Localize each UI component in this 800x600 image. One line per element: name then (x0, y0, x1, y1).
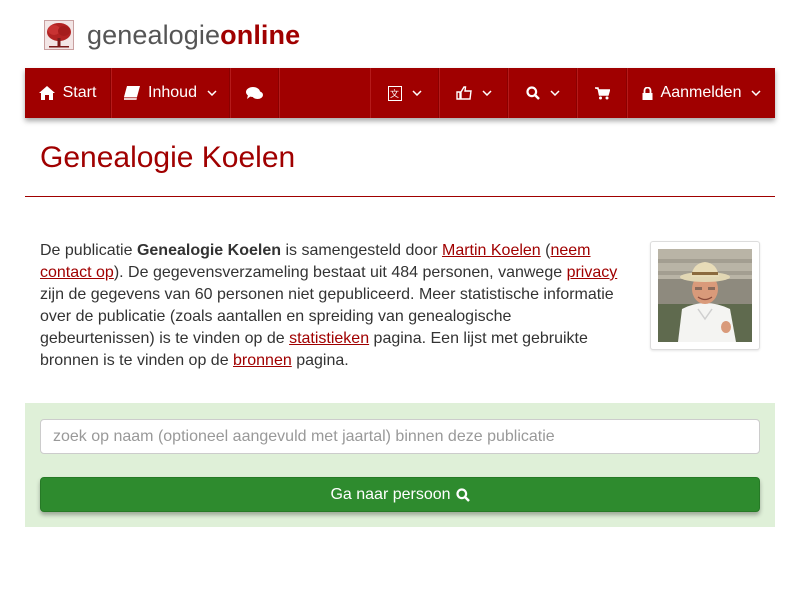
nav-spacer (279, 68, 370, 118)
nav-cart[interactable] (577, 68, 627, 118)
nav-language[interactable]: 文 (370, 68, 439, 118)
privacy-link[interactable]: privacy (567, 264, 618, 281)
publication-intro: De publicatie Genealogie Koelen is samen… (40, 240, 630, 372)
chevron-down-icon (207, 90, 217, 96)
nav-forum[interactable] (230, 68, 279, 118)
site-name: genealogieonline (87, 19, 300, 51)
go-to-person-button[interactable]: Ga naar persoon (40, 477, 760, 512)
nav-login-label: Aanmelden (660, 84, 742, 101)
go-to-person-label: Ga naar persoon (330, 485, 451, 503)
site-name-part2: online (220, 20, 301, 50)
nav-inhoud-label: Inhoud (148, 84, 197, 101)
nav-start-label: Start (62, 84, 97, 101)
nav-share[interactable] (439, 68, 508, 118)
chevron-down-icon (549, 90, 560, 96)
book-icon (124, 86, 141, 100)
search-icon (525, 86, 540, 100)
site-name-part1: genealogie (87, 20, 221, 50)
intro-text: is samengesteld door (281, 242, 442, 259)
tree-logo-icon (44, 20, 74, 50)
author-portrait (658, 249, 752, 342)
title-divider (25, 196, 775, 197)
chevron-down-icon (481, 90, 492, 96)
statistics-link[interactable]: statistieken (289, 330, 369, 347)
thumbs-up-icon (455, 86, 472, 100)
intro-text: De publicatie (40, 242, 137, 259)
shopping-cart-icon (594, 86, 610, 99)
lock-icon (642, 86, 653, 100)
author-link[interactable]: Martin Koelen (442, 242, 541, 259)
nav-login[interactable]: Aanmelden (627, 68, 775, 118)
main-navbar: Start Inhoud 文 Aanmelden (25, 68, 775, 118)
author-photo[interactable] (650, 241, 760, 350)
intro-text: pagina. (291, 352, 349, 369)
nav-search[interactable] (508, 68, 577, 118)
chevron-down-icon (411, 90, 422, 96)
home-icon (38, 86, 55, 100)
person-search-panel: Ga naar persoon (25, 403, 775, 527)
nav-inhoud[interactable]: Inhoud (111, 68, 230, 118)
publication-name: Genealogie Koelen (136, 242, 281, 259)
chevron-down-icon (751, 90, 761, 96)
nav-start[interactable]: Start (25, 68, 111, 118)
person-search-input[interactable] (40, 419, 760, 454)
intro-text: ). De gegevensverzameling bestaat uit 48… (113, 264, 567, 281)
search-icon (455, 487, 470, 502)
comments-icon (246, 86, 263, 99)
sources-link[interactable]: bronnen (233, 352, 292, 369)
translate-icon: 文 (387, 85, 402, 101)
page-title: Genealogie Koelen (40, 141, 296, 174)
svg-text:文: 文 (390, 88, 399, 100)
site-logo[interactable]: genealogieonline (44, 19, 300, 51)
